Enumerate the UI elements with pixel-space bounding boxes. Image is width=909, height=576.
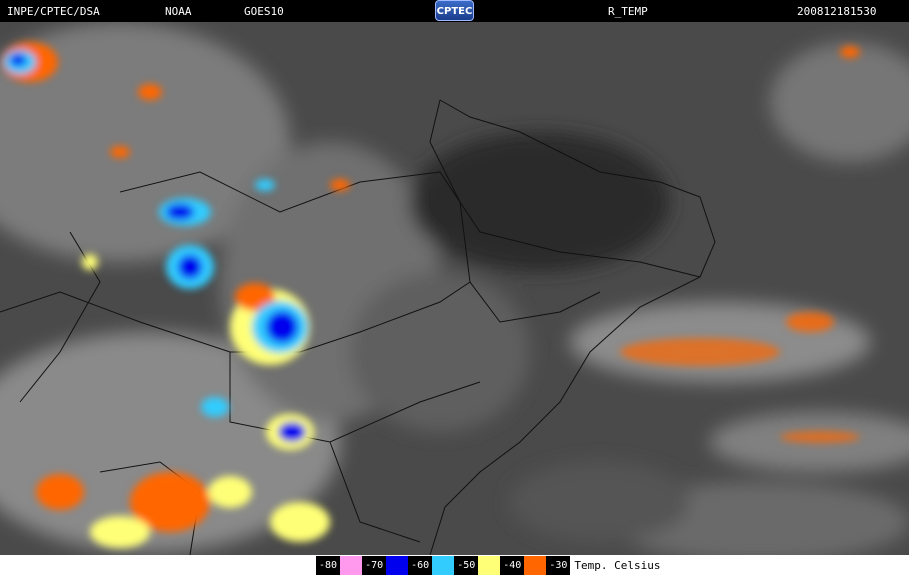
legend-swatch (340, 556, 363, 575)
legend-item: -60 (408, 556, 455, 575)
legend-swatch (432, 556, 455, 575)
datetime-label: 200812181530 (797, 5, 877, 18)
satellite-label: GOES10 (244, 5, 284, 18)
legend-unit: Temp. Celsius (574, 559, 661, 572)
legend-swatch (386, 556, 409, 575)
legend-item: -40 (500, 556, 547, 575)
product-label: R_TEMP (608, 5, 648, 18)
legend-item: -80 (316, 556, 363, 575)
legend-label: -70 (362, 556, 387, 575)
temperature-legend: -80 -70 -60 -50 -40 -30 Temp. Celsius (316, 556, 660, 575)
cptec-logo: CPTEC (435, 0, 474, 21)
legend-item: -50 (454, 556, 501, 575)
satellite-image (0, 22, 909, 555)
legend-label: -30 (546, 556, 571, 575)
legend-swatch (478, 556, 501, 575)
legend-item: -70 (362, 556, 409, 575)
legend-label: -80 (316, 556, 341, 575)
agency-label: NOAA (165, 5, 192, 18)
legend-label: -50 (454, 556, 479, 575)
institution-label: INPE/CPTEC/DSA (7, 5, 100, 18)
legend-label: -60 (408, 556, 433, 575)
legend-label: -40 (500, 556, 525, 575)
header-bar: INPE/CPTEC/DSA NOAA GOES10 CPTEC R_TEMP … (0, 0, 909, 22)
legend-swatch (524, 556, 547, 575)
legend-item: -30 (546, 556, 571, 575)
